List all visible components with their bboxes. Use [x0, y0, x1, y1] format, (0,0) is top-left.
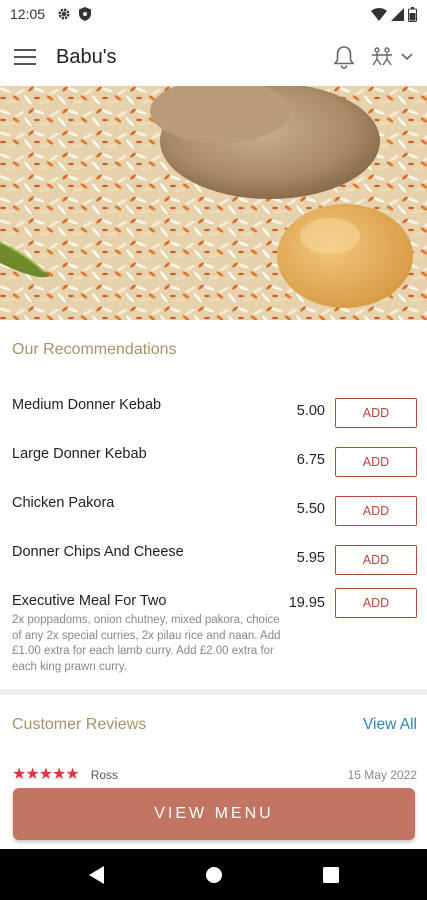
add-button[interactable]: ADD — [335, 496, 417, 526]
menu-item-name: Chicken Pakora — [12, 495, 115, 511]
menu-item-price: 5.50 — [296, 501, 325, 517]
menu-item-name: Executive Meal For Two — [12, 593, 167, 609]
menu-item-price: 5.95 — [296, 550, 325, 566]
page-title: Babu's — [56, 45, 117, 68]
menu-item-price: 6.75 — [296, 452, 325, 468]
reviews-title: Customer Reviews — [12, 716, 147, 733]
menu-item: Donner Chips And Cheese 5.95 ADD — [0, 533, 427, 582]
status-time: 12:05 — [10, 6, 46, 22]
reviewer-name: Ross — [90, 768, 119, 782]
star-rating: ★★★★★ — [12, 768, 80, 782]
view-menu-button[interactable]: VIEW MENU — [13, 788, 415, 840]
recommendations-list: Medium Donner Kebab 5.00 ADD Large Donne… — [0, 386, 427, 682]
accessibility-icon — [372, 47, 392, 66]
gear-icon — [58, 8, 70, 20]
menu-item-name: Medium Donner Kebab — [12, 397, 162, 413]
add-button[interactable]: ADD — [335, 398, 417, 428]
add-button[interactable]: ADD — [335, 545, 417, 575]
signal-icon — [391, 7, 404, 21]
battery-icon — [408, 6, 417, 22]
reviews-header: Customer Reviews View All — [12, 716, 417, 734]
status-bar: 12:05 — [0, 0, 427, 28]
menu-icon[interactable] — [14, 49, 36, 65]
system-nav-bar — [0, 849, 427, 900]
add-button[interactable]: ADD — [335, 588, 417, 618]
add-button[interactable]: ADD — [335, 447, 417, 477]
recommendations-title: Our Recommendations — [12, 341, 177, 358]
wifi-icon — [371, 7, 387, 21]
menu-item: Chicken Pakora 5.50 ADD — [0, 484, 427, 533]
menu-item-description: 2x poppadoms, onion chutney, mixed pakor… — [12, 614, 281, 673]
menu-item-name: Large Donner Kebab — [12, 446, 147, 462]
app-bar: Babu's — [0, 28, 427, 86]
menu-item: Large Donner Kebab 6.75 ADD — [0, 435, 427, 484]
menu-item: Medium Donner Kebab 5.00 ADD — [0, 386, 427, 435]
menu-item-price: 5.00 — [296, 403, 325, 419]
review-date: 15 May 2022 — [347, 768, 417, 782]
back-icon[interactable] — [88, 865, 105, 884]
bell-icon[interactable] — [333, 45, 355, 69]
hero-image — [0, 86, 427, 320]
review-item: ★★★★★ Ross 15 May 2022 — [12, 768, 417, 782]
recents-icon[interactable] — [322, 866, 339, 883]
accessibility-selector[interactable] — [369, 47, 413, 67]
section-divider — [0, 689, 427, 695]
menu-item: Executive Meal For Two 2x poppadoms, oni… — [0, 582, 427, 682]
biryani-illustration — [0, 86, 427, 320]
menu-item-name: Donner Chips And Cheese — [12, 544, 184, 560]
shield-icon — [79, 7, 92, 21]
chevron-down-icon — [401, 53, 413, 61]
view-all-link[interactable]: View All — [363, 716, 417, 734]
home-icon[interactable] — [205, 866, 223, 884]
menu-item-price: 19.95 — [288, 595, 325, 611]
